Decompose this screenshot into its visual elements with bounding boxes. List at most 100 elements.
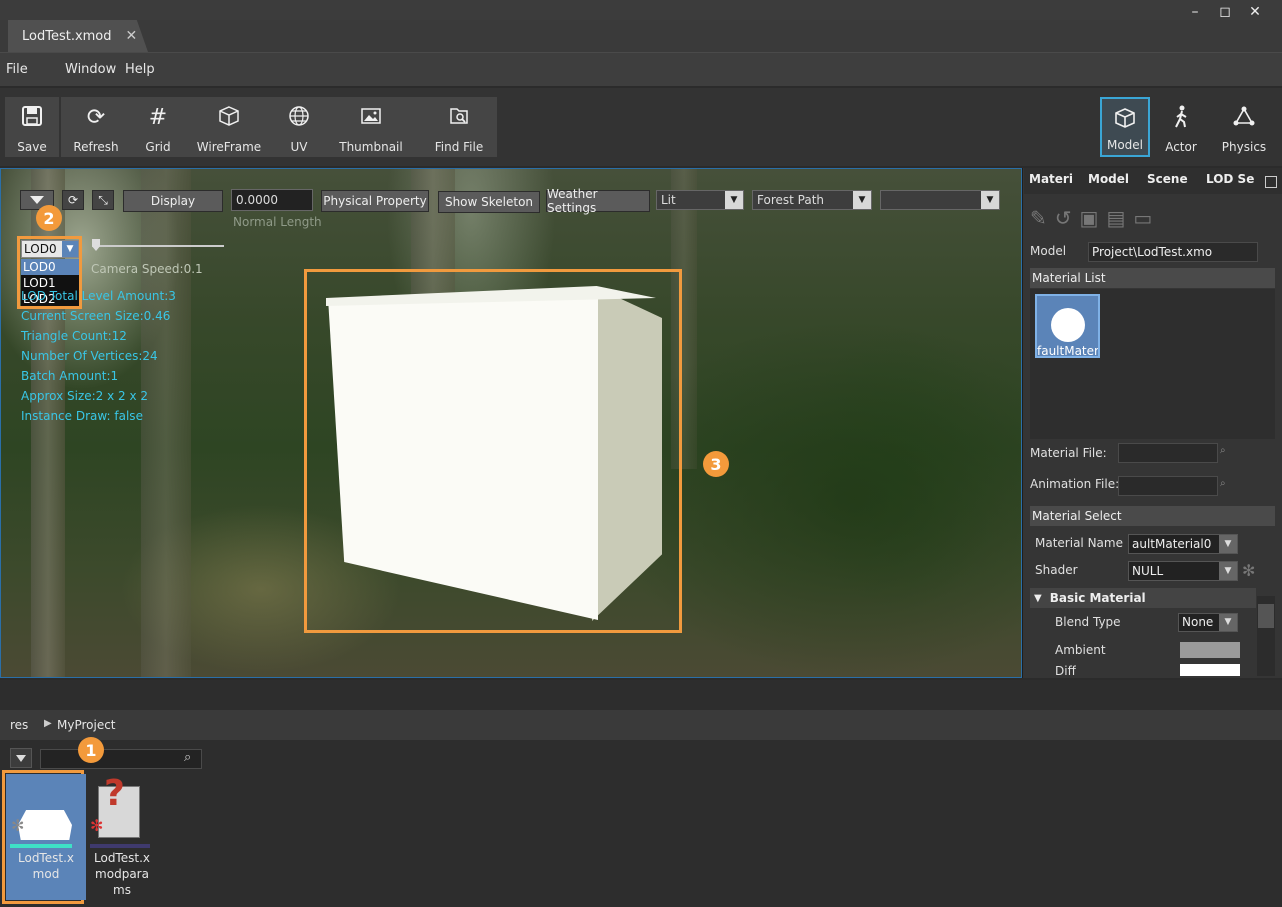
eyedropper-icon[interactable]: ✎ (1030, 206, 1047, 230)
model-mode-button[interactable]: Model (1100, 97, 1150, 157)
fit-view-icon[interactable]: ⤡ (92, 190, 114, 210)
diffuse-color-swatch[interactable] (1180, 664, 1240, 676)
panel-scrollbar[interactable] (1257, 596, 1275, 676)
material-name-select[interactable]: aultMaterial0 ▼ (1128, 534, 1238, 554)
reset-camera-icon[interactable]: ⟳ (62, 190, 84, 210)
breadcrumb-myproject[interactable]: MyProject (57, 718, 116, 732)
save-label: Save (17, 140, 47, 154)
animation-file-field[interactable] (1118, 476, 1218, 496)
basic-material-header[interactable]: ▼ Basic Material (1030, 588, 1256, 608)
menu-file[interactable]: File (6, 62, 28, 77)
asset-search-input[interactable] (40, 749, 202, 769)
search-icon[interactable]: ⌕ (184, 750, 191, 765)
animation-file-label: Animation File: (1030, 477, 1120, 491)
stat-screen-size: Current Screen Size:0.46 (21, 309, 171, 323)
save-icon[interactable]: ▣ (1080, 206, 1099, 230)
shader-value: NULL (1132, 564, 1164, 578)
chevron-down-icon: ▼ (981, 191, 999, 209)
camera-speed-slider[interactable] (92, 245, 224, 247)
material-tools: ✎ ↺ ▣ ▤ ▭ (1030, 203, 1190, 233)
model-path-field[interactable]: Project\LodTest.xmo (1088, 242, 1258, 262)
file-item-lodtest-xmodparams[interactable]: ? ✻ LodTest.x modpara ms (82, 774, 162, 898)
tab-strip (0, 20, 1282, 52)
blend-type-value: None (1182, 615, 1214, 629)
highlight-box-model (304, 269, 682, 633)
lighting-select[interactable]: Lit ▼ (656, 190, 744, 210)
stat-batch-amount: Batch Amount:1 (21, 369, 119, 383)
material-thumbnail[interactable]: faultMateri (1035, 294, 1100, 358)
physical-property-button[interactable]: Physical Property (321, 190, 429, 212)
grid-button[interactable]: # Grid (132, 97, 184, 157)
breadcrumb (0, 710, 1282, 740)
file-name-line: LodTest.x (94, 851, 150, 865)
wireframe-button[interactable]: WireFrame (192, 97, 266, 157)
cube-icon (1102, 107, 1148, 135)
menu-help[interactable]: Help (125, 62, 155, 77)
tab-lodtest[interactable]: LodTest.xmod ✕ (8, 20, 148, 52)
filter-dropdown-button[interactable] (10, 748, 32, 768)
uv-button[interactable]: UV (274, 97, 324, 157)
menu-window[interactable]: Window (65, 62, 116, 77)
tab-lod-settings[interactable]: LOD Se (1206, 172, 1254, 192)
weather-settings-button[interactable]: Weather Settings (546, 187, 650, 215)
scene-select[interactable]: Forest Path ▼ (752, 190, 872, 210)
normal-length-label: Normal Length (233, 215, 322, 229)
chevron-down-icon: ▼ (1034, 592, 1042, 604)
model-label: Model (1106, 138, 1144, 152)
tab-label: LodTest.xmod (22, 28, 112, 44)
shader-select[interactable]: NULL ▼ (1128, 561, 1238, 581)
find-file-button[interactable]: Find File (424, 97, 494, 157)
gear-icon[interactable]: ✻ (1242, 561, 1255, 580)
tab-material[interactable]: Materi (1029, 172, 1073, 192)
show-skeleton-button[interactable]: Show Skeleton (438, 191, 540, 213)
globe-icon (274, 105, 324, 133)
refresh-button[interactable]: ⟳ Refresh (66, 97, 126, 157)
thumbnail-button[interactable]: Thumbnail (334, 97, 408, 157)
tab-scene[interactable]: Scene (1147, 172, 1188, 192)
blend-type-select[interactable]: None ▼ (1178, 613, 1238, 632)
file-name-line: modpara (95, 867, 149, 881)
scrollbar-thumb[interactable] (1258, 604, 1274, 628)
material-file-field[interactable] (1118, 443, 1218, 463)
save-as-icon[interactable]: ▤ (1106, 206, 1125, 230)
save-icon (5, 105, 59, 133)
chevron-right-icon: ▶ (44, 718, 52, 729)
stat-vertices: Number Of Vertices:24 (21, 349, 158, 363)
uv-label: UV (290, 140, 308, 154)
material-name-value: aultMaterial0 (1132, 537, 1212, 551)
stat-instance-draw: Instance Draw: false (21, 409, 143, 423)
pin-icon[interactable] (1265, 176, 1277, 188)
ambient-label: Ambient (1055, 643, 1106, 657)
camera-speed-label: Camera Speed:0.1 (91, 262, 203, 276)
material-name-label: Material Name (1035, 536, 1123, 550)
material-select-header: Material Select (1030, 506, 1275, 526)
actor-label: Actor (1165, 140, 1197, 154)
wireframe-label: WireFrame (196, 140, 262, 154)
display-button[interactable]: Display (123, 190, 223, 212)
file-item-lodtest-xmod[interactable]: ✻ LodTest.x mod (6, 774, 86, 900)
save-button[interactable]: Save (5, 97, 59, 157)
image-icon (334, 105, 408, 133)
browse-icon[interactable]: ⌕ (1220, 445, 1226, 456)
close-icon[interactable]: ✕ (126, 28, 138, 44)
refresh-label: Refresh (73, 140, 119, 154)
open-folder-icon[interactable]: ▭ (1133, 206, 1152, 230)
physics-mode-button[interactable]: Physics (1214, 97, 1274, 157)
chevron-down-icon (16, 754, 26, 762)
revert-icon[interactable]: ↺ (1055, 206, 1072, 230)
ambient-color-swatch[interactable] (1180, 642, 1240, 658)
chevron-down-icon: ▼ (853, 191, 871, 209)
walking-person-icon (1156, 105, 1206, 135)
chevron-down-icon: ▼ (1219, 614, 1237, 631)
callout-badge-1: 1 (78, 737, 104, 763)
extra-select[interactable]: ▼ (880, 190, 1000, 210)
tab-model[interactable]: Model (1088, 172, 1129, 192)
browse-icon[interactable]: ⌕ (1220, 478, 1226, 489)
stat-approx-size: Approx Size:2 x 2 x 2 (21, 389, 149, 403)
grid-icon: # (148, 105, 168, 130)
actor-mode-button[interactable]: Actor (1156, 97, 1206, 157)
normal-length-input[interactable]: 0.0000 (231, 189, 313, 211)
diffuse-label: Diff (1055, 664, 1076, 676)
lighting-value: Lit (661, 193, 676, 207)
breadcrumb-res[interactable]: res (10, 718, 28, 732)
